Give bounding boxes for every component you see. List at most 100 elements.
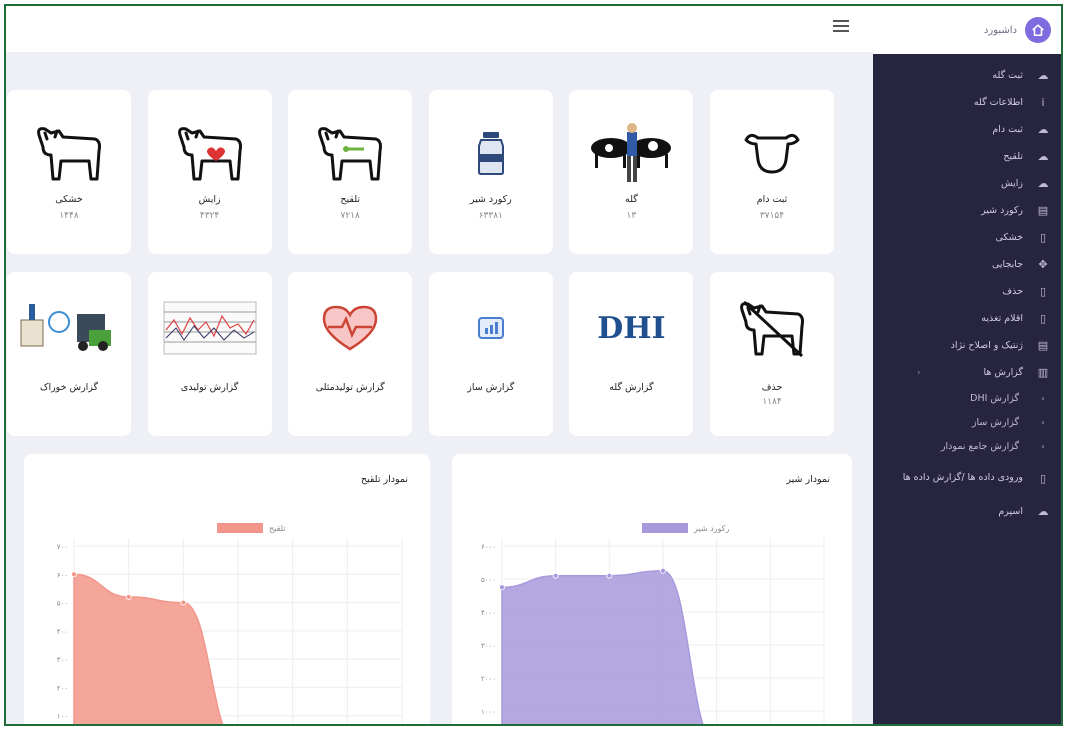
card-label: خشکی <box>55 194 83 205</box>
insemination-chart: تلقیح ۷۰۰ ۶۰۰ ۵۰۰ ۴۰۰ ۳۰۰ ۲۰۰ ۱۰۰ <box>57 523 403 724</box>
table-report-icon <box>162 288 258 368</box>
card-label: گزارش ساز <box>467 382 515 393</box>
y-tick-label: ۶۰۰ <box>57 571 68 579</box>
sidebar-item-label: اسپرم <box>998 506 1023 517</box>
stat-card[interactable]: گله ۱۳ <box>569 90 694 254</box>
data-point <box>71 571 77 578</box>
sidebar-item[interactable]: ☁ زایش <box>873 170 1061 197</box>
card-label: گزارش خوراک <box>39 382 99 393</box>
card-value: ۱۱۸۴ <box>762 397 782 407</box>
milk-bottle-icon <box>471 118 511 188</box>
y-tick-label: ۱۰۰۰ <box>481 708 496 716</box>
sidebar-item-label: خشکی <box>995 232 1023 243</box>
report-builder-icon <box>473 288 509 368</box>
y-tick-label: ۳۰۰۰ <box>481 642 496 650</box>
cow-crossed-icon <box>736 288 808 368</box>
milk-chart: رکورد شیر ۶۰۰۰ ۵۰۰۰ ۴۰۰۰ ۳۰۰۰ ۲۰۰۰ ۱۰۰۰ <box>481 523 825 724</box>
columns-icon: ▥ <box>1037 366 1049 379</box>
sidebar-item-label: اطلاعات گله <box>973 97 1023 108</box>
sidebar-item[interactable]: ▯ حذف <box>873 278 1061 305</box>
y-tick-label: ۲۰۰ <box>57 684 68 692</box>
card-value: ۱۴۴۸ <box>59 211 79 221</box>
bullet-icon: › <box>1041 441 1045 451</box>
feed-icon <box>19 288 119 368</box>
sidebar-item[interactable]: ☁ اسپرم <box>873 498 1061 525</box>
sidebar-subitem-label: گزارش ساز <box>971 416 1019 428</box>
data-point <box>552 572 559 579</box>
insemination-chart-card: نمودار تلقیح تلقیح ۷۰۰ ۶۰۰ ۵۰۰ ۴۰۰ ۳۰۰ ۲۰۰ ۱۰۰ <box>24 454 430 724</box>
legend-swatch <box>642 523 688 533</box>
menu-icon[interactable] <box>833 20 849 34</box>
y-tick-label: ۳۰۰ <box>57 656 68 664</box>
stat-card[interactable]: زایش ۴۳۲۴ <box>147 90 272 254</box>
sidebar-item-label: گزارش ها <box>983 367 1023 378</box>
stat-card[interactable]: خشکی ۱۴۴۸ <box>7 90 131 254</box>
card-label: زایش <box>198 194 221 205</box>
milk-chart-card: نمودار شیر رکورد شیر ۶۰۰۰ ۵۰۰۰ ۴۰۰۰ ۳۰۰۰ ۲۰۰۰… <box>452 454 852 724</box>
sidebar-item-label: ژنتیک و اصلاح نژاد <box>950 340 1023 351</box>
legend-label: تلقیح <box>269 524 286 533</box>
sidebar-item[interactable]: ▤ ژنتیک و اصلاح نژاد <box>873 332 1061 359</box>
sidebar-item[interactable]: ✥ جابجایی <box>873 251 1061 278</box>
sidebar-item[interactable]: ▯ اقلام تغذیه <box>873 305 1061 332</box>
card-value: ۳۷۱۵۴ <box>759 211 785 221</box>
top-bar <box>6 6 873 52</box>
home-icon <box>1025 17 1051 43</box>
cow-icon <box>33 118 105 188</box>
card-label: ثبت دام <box>756 194 788 205</box>
sidebar-item[interactable]: ☁ ثبت دام <box>873 116 1061 143</box>
stat-card[interactable]: گزارش ساز <box>428 272 553 436</box>
chevron-icon: ‹ <box>917 367 921 378</box>
sidebar-item[interactable]: ▯ خشکی <box>873 224 1061 251</box>
stat-card[interactable]: DHI گزارش گله <box>569 272 694 436</box>
stat-card[interactable]: حذف ۱۱۸۴ <box>710 272 834 436</box>
legend-label: رکورد شیر <box>693 524 729 533</box>
cow-heart-icon <box>174 118 246 188</box>
cloud-icon: ☁ <box>1037 69 1049 82</box>
sidebar-item[interactable]: ☁ تلقیح <box>873 143 1061 170</box>
sidebar-item-label: ثبت دام <box>992 124 1023 135</box>
sidebar-item-label: جابجایی <box>991 259 1023 270</box>
y-tick-label: ۴۰۰ <box>57 628 68 636</box>
sidebar-subitem[interactable]: › گزارش ساز <box>873 410 1061 434</box>
sidebar-item[interactable]: ▯ ورودی داده ها /گزارش داده ها <box>873 458 1061 498</box>
sidebar-subitem[interactable]: › گزارش جامع نمودار <box>873 434 1061 458</box>
sidebar: داشبورد ☁ ثبت گله ⅰ اطلاعات گله ☁ ثبت دام ☁ تلق… <box>873 6 1061 724</box>
cloud-icon: ☁ <box>1037 123 1049 136</box>
doc-icon: ▯ <box>1039 231 1047 244</box>
y-tick-label: ۷۰۰ <box>57 543 68 551</box>
y-tick-label: ۲۰۰۰ <box>481 675 496 683</box>
info-icon: ⅰ <box>1041 96 1045 109</box>
stat-card[interactable]: گزارش تولیدمثلی <box>288 272 413 436</box>
sidebar-item[interactable]: ⅰ اطلاعات گله <box>873 89 1061 116</box>
stat-card[interactable]: ثبت دام ۳۷۱۵۴ <box>710 90 834 254</box>
stat-card[interactable]: گزارش تولیدی <box>147 272 272 436</box>
y-tick-label: ۴۰۰۰ <box>481 609 496 617</box>
card-label: گزارش تولیدی <box>180 382 239 393</box>
sidebar-item-label: ثبت گله <box>992 70 1023 81</box>
bullet-icon: › <box>1041 417 1045 427</box>
dhi-logo: DHI <box>597 288 665 368</box>
card-label: تلقیح <box>340 194 360 205</box>
sidebar-item-label: حذف <box>1002 286 1023 297</box>
sidebar-item-label: تلقیح <box>1003 151 1023 162</box>
sidebar-item[interactable]: ▥ گزارش ها ‹ <box>873 359 1061 386</box>
card-label: گزارش گله <box>609 382 654 393</box>
sidebar-item[interactable]: ▤ رکورد شیر <box>873 197 1061 224</box>
sidebar-dashboard-link[interactable]: داشبورد <box>873 6 1061 54</box>
sidebar-item-label: زایش <box>1001 178 1023 189</box>
app-frame: داشبورد ☁ ثبت گله ⅰ اطلاعات گله ☁ ثبت دام ☁ تلق… <box>4 4 1063 726</box>
sidebar-menu: ☁ ثبت گله ⅰ اطلاعات گله ☁ ثبت دام ☁ تلقیح ☁ زایش ▤… <box>873 54 1061 525</box>
dhi-logo: DHI <box>597 310 666 346</box>
card-label: حذف <box>761 382 783 393</box>
sidebar-item[interactable]: ☁ ثبت گله <box>873 62 1061 89</box>
sidebar-subitem[interactable]: › گزارش DHI <box>873 386 1061 410</box>
stat-card[interactable]: رکورد شیر ۶۳۳۸۱ <box>428 90 553 254</box>
stat-card[interactable]: گزارش خوراک <box>7 272 131 436</box>
cow-syringe-icon <box>314 118 386 188</box>
stat-card[interactable]: تلقیح ۷۲۱۸ <box>288 90 413 254</box>
heart-pulse-icon <box>318 288 382 368</box>
form-icon: ▤ <box>1037 339 1049 352</box>
sidebar-item-label: اقلام تغذیه <box>981 313 1023 324</box>
main-content: ثبت دام ۳۷۱۵۴ گله ۱۳ رکورد شیر ۶۳۳۸۱ تلقیح ۷۲۱۸… <box>6 52 873 724</box>
